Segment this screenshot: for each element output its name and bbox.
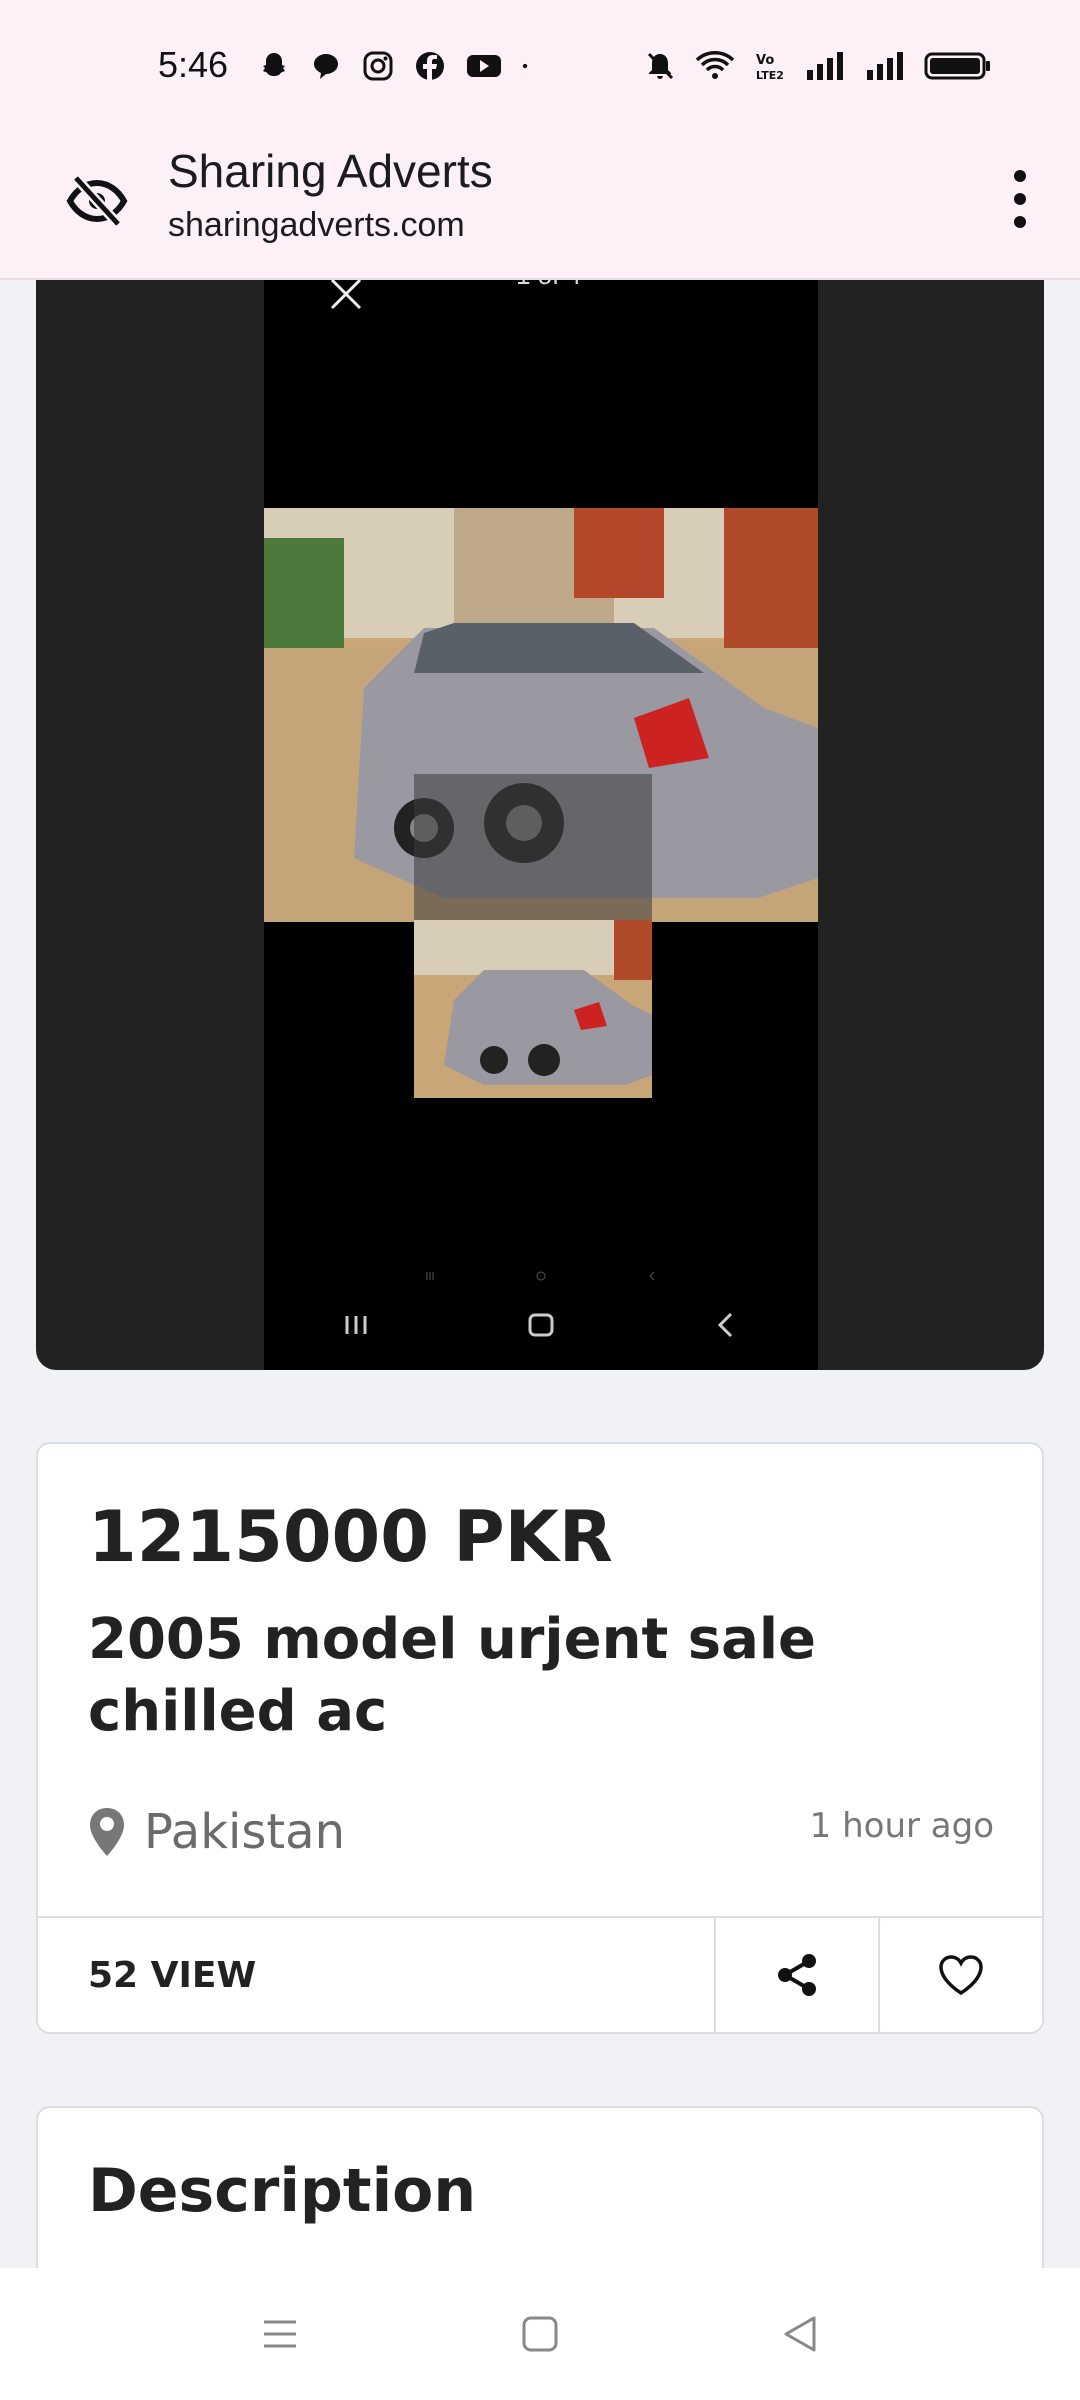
volte-icon: VoLTE2 xyxy=(756,53,784,82)
signal-icon xyxy=(867,52,903,80)
recents-icon xyxy=(345,1316,367,1334)
system-navigation-bar xyxy=(0,2268,1080,2400)
facebook-icon xyxy=(416,52,444,80)
wifi-icon xyxy=(695,51,735,79)
youtube-icon xyxy=(467,55,501,77)
car-thumbnail xyxy=(414,920,652,1098)
listing-price: 1215000 PKR xyxy=(88,1496,613,1578)
location-pin-icon xyxy=(90,1808,124,1856)
svg-text:Vo: Vo xyxy=(756,53,774,68)
nested-nav-hint xyxy=(264,1270,818,1282)
tiny-home-icon xyxy=(536,1271,546,1281)
page-title: Sharing Adverts xyxy=(168,145,493,197)
eye-off-icon[interactable] xyxy=(64,168,130,234)
tiny-recents-icon xyxy=(426,1272,434,1280)
page-url[interactable]: sharingadverts.com xyxy=(168,206,465,245)
view-count: 52 VIEW xyxy=(38,1918,716,2032)
description-heading: Description xyxy=(88,2156,477,2226)
listing-card: 1215000 PKR 2005 model urjent sale chill… xyxy=(36,1442,1044,2034)
nested-screenshot-overlay xyxy=(414,774,652,922)
heart-icon xyxy=(939,1955,983,1996)
listing-location: Pakistan xyxy=(88,1804,345,1860)
snapchat-icon xyxy=(263,53,285,76)
screenshot-nav-bar xyxy=(264,1310,818,1340)
chat-icon xyxy=(314,54,338,79)
image-page-count: 1 of 4 xyxy=(516,280,581,291)
home-button-icon[interactable] xyxy=(520,2314,560,2354)
more-options-icon[interactable] xyxy=(990,164,1050,234)
mute-icon xyxy=(647,52,674,80)
svg-text:LTE2: LTE2 xyxy=(756,69,784,82)
status-time: 5:46 xyxy=(158,44,229,85)
listing-title: 2005 model urjent sale chilled ac xyxy=(88,1607,817,1744)
close-icon xyxy=(330,280,362,310)
dot-icon xyxy=(522,63,528,69)
favorite-button[interactable] xyxy=(880,1918,1042,2032)
listing-actions: 52 VIEW xyxy=(38,1916,1042,2032)
location-text: Pakistan xyxy=(144,1804,345,1860)
signal-icon xyxy=(807,52,843,80)
back-button-icon[interactable] xyxy=(780,2314,820,2354)
share-icon xyxy=(778,1954,816,1996)
tiny-back-icon xyxy=(649,1271,655,1281)
custom-tab-toolbar: Sharing Adverts sharingadverts.com xyxy=(0,140,1080,280)
status-bar: 5:46 Vo LTE2 xyxy=(0,0,1080,140)
share-button[interactable] xyxy=(716,1918,880,2032)
posted-time: 1 hour ago xyxy=(809,1806,994,1846)
notification-icons xyxy=(258,50,536,82)
back-icon xyxy=(717,1312,732,1338)
battery-icon xyxy=(924,52,990,80)
home-icon xyxy=(528,1313,554,1337)
recent-apps-icon[interactable] xyxy=(260,2314,300,2354)
system-status-icons: Vo LTE2 xyxy=(644,50,992,82)
ad-image-viewer[interactable]: 1 of 4 xyxy=(36,280,1044,1370)
instagram-icon xyxy=(363,51,393,81)
